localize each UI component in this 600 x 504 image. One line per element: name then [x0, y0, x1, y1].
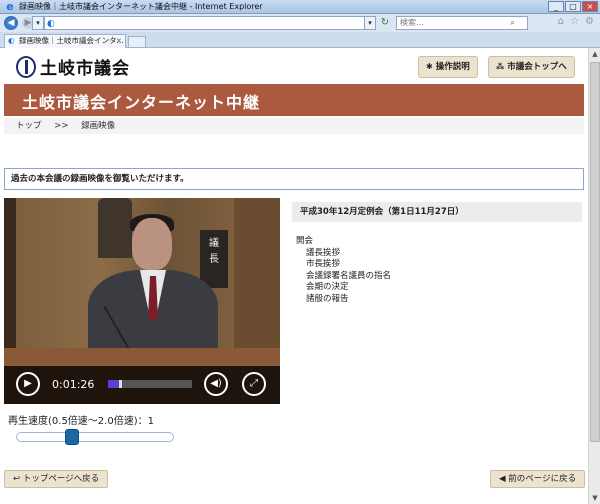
page-icon: ◐: [47, 19, 55, 29]
notice-box: 過去の本会議の録画映像を御覧いただけます。: [4, 168, 584, 190]
back-to-top-button[interactable]: ↩ トップページへ戻る: [4, 470, 109, 488]
breadcrumb: トップ >> 録画映像: [4, 118, 584, 134]
breadcrumb-current: 録画映像: [81, 121, 116, 131]
window-controls: _ □ ×: [548, 1, 598, 12]
address-dropdown-icon[interactable]: ▾: [364, 16, 376, 30]
tab-bar: ◐ 録画映像｜土岐市議会インタ... ×: [0, 32, 600, 48]
settings-gear-icon[interactable]: ⚙: [585, 16, 594, 27]
tab-title: 録画映像｜土岐市議会インタ...: [19, 36, 124, 45]
city-emblem-icon: [16, 55, 36, 78]
maximize-button[interactable]: □: [565, 1, 581, 12]
window-title: 録画映像｜土岐市議会インターネット議会中継 - Internet Explore…: [19, 2, 263, 11]
agenda-item[interactable]: 議長挨拶: [296, 248, 391, 260]
home-icon[interactable]: ⌂: [558, 16, 564, 27]
agenda-item[interactable]: 会期の決定: [296, 282, 391, 294]
fullscreen-icon[interactable]: ⤢: [242, 372, 266, 396]
gear-icon: ✱: [426, 62, 433, 71]
scroll-down-icon[interactable]: ▼: [589, 492, 600, 504]
agenda-item[interactable]: 会議録署名議員の指名: [296, 271, 391, 283]
site-logo[interactable]: 土岐市議会: [16, 54, 130, 79]
help-button[interactable]: ✱ 操作説明: [418, 56, 478, 78]
speed-label: 再生速度(0.5倍速〜2.0倍速)：1: [8, 416, 154, 427]
back-icon[interactable]: ◀: [4, 16, 18, 30]
help-button-label: 操作説明: [435, 62, 470, 72]
council-top-button[interactable]: ⁂ 市議会トップへ: [488, 56, 575, 78]
seek-bar[interactable]: [108, 380, 192, 388]
minimize-button[interactable]: _: [548, 1, 564, 12]
agenda-item[interactable]: 諸般の報告: [296, 294, 391, 306]
banner-title: 土岐市議会インターネット中継: [22, 93, 261, 112]
speed-slider-handle[interactable]: [65, 429, 79, 445]
sitemap-icon: ⁂: [496, 62, 505, 71]
address-field[interactable]: ◐: [44, 16, 374, 30]
previous-page-button[interactable]: ◀ 前のページに戻る: [490, 470, 586, 488]
window-titlebar: e 録画映像｜土岐市議会インターネット議会中継 - Internet Explo…: [0, 0, 600, 14]
scrollbar-thumb[interactable]: [590, 62, 600, 442]
session-title: 平成30年12月定例会（第1日11月27日）: [292, 202, 582, 222]
tab-close-icon[interactable]: ×: [116, 35, 122, 47]
agenda-list: 開会 議長挨拶 市長挨拶 会議録署名議員の指名 会期の決定 諸般の報告: [296, 236, 391, 305]
speed-slider[interactable]: [16, 429, 174, 445]
video-controls: ▶ 0:01:26 ◀) ⤢: [4, 366, 280, 404]
agenda-head[interactable]: 開会: [296, 236, 391, 248]
video-speaker-face: [132, 218, 172, 270]
page-content: 土岐市議会 ✱ 操作説明 ⁂ 市議会トップへ 土岐市議会インターネット中継 トップ …: [0, 48, 588, 504]
play-icon[interactable]: ▶: [16, 372, 40, 396]
refresh-icon[interactable]: ↻: [378, 16, 392, 30]
ie-logo-icon: e: [6, 0, 14, 13]
agenda-item[interactable]: 市長挨拶: [296, 259, 391, 271]
seek-progress: [108, 380, 119, 388]
breadcrumb-top-link[interactable]: トップ: [16, 121, 42, 131]
council-top-button-label: 市議会トップへ: [507, 62, 567, 72]
scroll-up-icon[interactable]: ▲: [589, 48, 600, 60]
new-tab-button[interactable]: [128, 36, 146, 48]
previous-page-label: 前のページに戻る: [508, 474, 577, 484]
tab-page-icon: ◐: [8, 36, 15, 45]
video-background-person: [98, 198, 132, 258]
back-to-top-label: トップページへ戻る: [22, 474, 100, 484]
toolbar-icons: ⌂ ☆ ⚙: [558, 16, 594, 27]
tab-recorded-video[interactable]: ◐ 録画映像｜土岐市議会インタ... ×: [4, 34, 126, 48]
seek-buffered: [118, 380, 123, 388]
vertical-scrollbar[interactable]: ▲ ▼: [588, 48, 600, 504]
video-player[interactable]: 議 長 ▶ 0:01:26 ◀) ⤢: [4, 198, 280, 404]
search-icon[interactable]: ⌕: [511, 17, 515, 29]
logo-text: 土岐市議会: [40, 59, 130, 79]
volume-icon[interactable]: ◀): [204, 372, 228, 396]
history-dropdown-icon[interactable]: ▾: [32, 16, 44, 30]
breadcrumb-separator: >>: [54, 121, 69, 131]
triangle-left-icon: ◀: [499, 474, 506, 484]
playback-time: 0:01:26: [52, 378, 95, 391]
chairman-sign: 議 長: [200, 230, 228, 288]
favorites-star-icon[interactable]: ☆: [570, 16, 579, 27]
close-button[interactable]: ×: [582, 1, 598, 12]
search-placeholder: 検索...: [400, 18, 424, 27]
address-toolbar: ◀ ▶ ▾ ◐ ▾ ↻ 検索... ⌕ ⌂ ☆ ⚙: [0, 14, 600, 32]
page-banner: 土岐市議会インターネット中継: [4, 84, 584, 116]
search-input[interactable]: 検索... ⌕: [396, 16, 528, 30]
return-arrow-icon: ↩: [13, 474, 21, 484]
